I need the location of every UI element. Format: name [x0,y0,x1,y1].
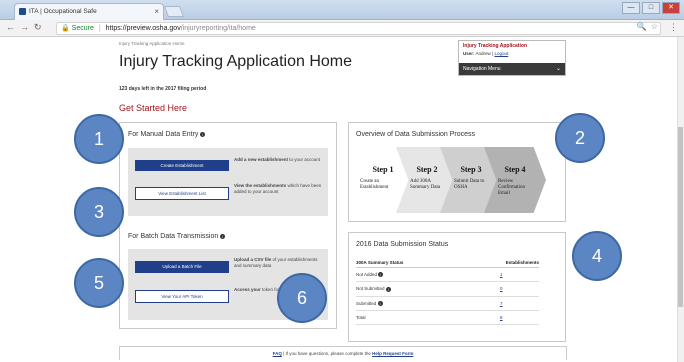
step-text: Add 300A Summary Data [410,179,441,190]
window-controls: — □ ✕ [622,2,680,14]
chevron-down-icon: ⌄ [555,66,561,72]
callout-marker-1: 1 [74,114,124,164]
col-count-header: Establishments [463,258,539,268]
minimize-button[interactable]: — [622,2,640,14]
faq-link[interactable]: FAQ [273,351,282,356]
row-label-text: Not Added [356,272,378,277]
get-started-heading: Get Started Here [119,103,188,113]
create-desc-bold: Add a new establishment [234,157,289,162]
page-title: Injury Tracking Application Home [119,53,352,70]
view-establishment-list-button[interactable]: View Establishment List [135,187,229,200]
tab-title: ITA | Occupational Safe [29,8,97,15]
info-icon[interactable]: i [377,300,383,306]
table-row: Not Submitted i 0 [356,281,539,297]
create-establishment-desc: Add a new establishment to your account [234,157,322,163]
callout-marker-3: 3 [74,187,124,237]
address-bar-area: ← → ↻ 🔒 Secure | https://preview.osha.go… [0,20,684,37]
maximize-button[interactable]: □ [642,2,660,14]
overview-heading: Overview of Data Submission Process [356,131,476,138]
zoom-star-icons[interactable]: 🔍☆ [637,22,662,31]
breadcrumb[interactable]: Injury Tracking Application Home [119,41,185,46]
step-text: Review Confirmation Email [498,179,525,196]
navigation-menu-label: Navigation Menu [463,66,501,72]
footer-bar: FAQ | If you have questions, please comp… [119,346,567,360]
scrollbar-thumb[interactable] [678,127,683,307]
table-row: Not Added i 1 [356,267,539,283]
url-input[interactable]: 🔒 Secure | https://preview.osha.gov/inju… [56,22,661,35]
close-window-button[interactable]: ✕ [662,2,680,14]
row-label: Not Added i [356,267,464,283]
row-count-link[interactable]: 7 [463,296,539,311]
reload-icon[interactable]: ↻ [34,22,42,33]
col-status-header: 300A Summary Status [356,258,464,268]
callout-marker-6: 6 [277,273,327,323]
row-label-text: Not Submitted [356,286,385,292]
info-icon[interactable]: i [378,272,384,278]
info-icon[interactable]: i [385,286,391,292]
url-host: https://preview.osha.gov [105,25,181,32]
url-path: /injuryreporting/ita/home [180,25,256,32]
help-request-form-link[interactable]: Help Request Form [372,351,413,356]
table-row: Submitted i 7 [356,296,539,311]
view-establishment-desc: View the establishments which have been … [234,183,322,195]
row-count-link[interactable]: 0 [463,281,539,297]
browser-tab-bar: ITA | Occupational Safe × — □ ✕ [0,0,684,20]
batch-heading-text: For Batch Data Transmission [128,233,219,240]
browser-menu-icon[interactable]: ⋮ [669,22,678,33]
logout-link[interactable]: Logout [494,51,508,56]
days-left-text: 123 days left in the 2017 filing period [119,86,207,92]
row-label: Submitted i [356,296,464,311]
callout-marker-4: 4 [572,231,622,281]
upload-batch-file-button[interactable]: Upload a Batch File [135,261,229,273]
back-arrow-icon[interactable]: ← [6,22,15,32]
app-user-panel: Injury Tracking Application User: Andrew… [458,40,566,76]
steps-diagram: Step 1 Create an Establishment Step 2 Ad… [352,147,548,213]
upload-desc-bold: Upload a CSV file [234,257,272,262]
callout-marker-5: 5 [74,258,124,308]
url-separator: | [98,25,101,32]
callout-marker-2: 2 [555,113,605,163]
user-line: User: Andrew | Logout [463,51,509,56]
manual-entry-heading-text: For Manual Data Entry [128,131,199,138]
step-text: Submit Data to OSHA [454,179,485,190]
row-label-text: Submitted [356,300,377,306]
status-heading: 2016 Data Submission Status [356,241,449,248]
status-table: 300A Summary Status Establishments Not A… [356,258,539,325]
new-tab-button[interactable] [163,6,185,17]
create-establishment-button[interactable]: Create Establishment [135,160,229,171]
row-label: Total [356,310,464,325]
scrollbar[interactable] [677,37,684,362]
row-label: Not Submitted i [356,281,464,297]
secure-label: Secure [71,25,94,32]
info-icon[interactable]: i [220,233,226,239]
create-desc-rest: to your account [289,157,321,162]
tab-close-icon[interactable]: × [154,4,159,19]
table-row: Total 8 [356,310,539,325]
navigation-menu[interactable]: Navigation Menu ⌄ [459,63,565,75]
api-desc-bold: Access your [234,287,261,292]
lock-icon: 🔒 [61,25,70,32]
table-header-row: 300A Summary Status Establishments [356,258,539,268]
forward-arrow-icon[interactable]: → [20,22,29,32]
view-desc-bold: View the establishments [234,183,287,188]
batch-heading: For Batch Data Transmission i [128,233,226,240]
upload-desc: Upload a CSV file of your establishments… [234,257,322,269]
row-count-link[interactable]: 1 [463,267,539,283]
browser-tab[interactable]: ITA | Occupational Safe × [14,3,164,20]
app-name: Injury Tracking Application [463,43,527,49]
view-api-token-button[interactable]: View Your API Token [135,290,229,303]
step-text: Create an Establishment [360,179,389,190]
user-name: Andrew [475,51,491,56]
user-label: User: [463,51,475,56]
footer-text: | If you have questions, please complete… [283,351,371,356]
favicon-icon [19,8,26,15]
manual-entry-heading: For Manual Data Entry i [128,131,206,138]
row-count-link[interactable]: 8 [463,310,539,325]
info-icon[interactable]: i [200,131,206,137]
